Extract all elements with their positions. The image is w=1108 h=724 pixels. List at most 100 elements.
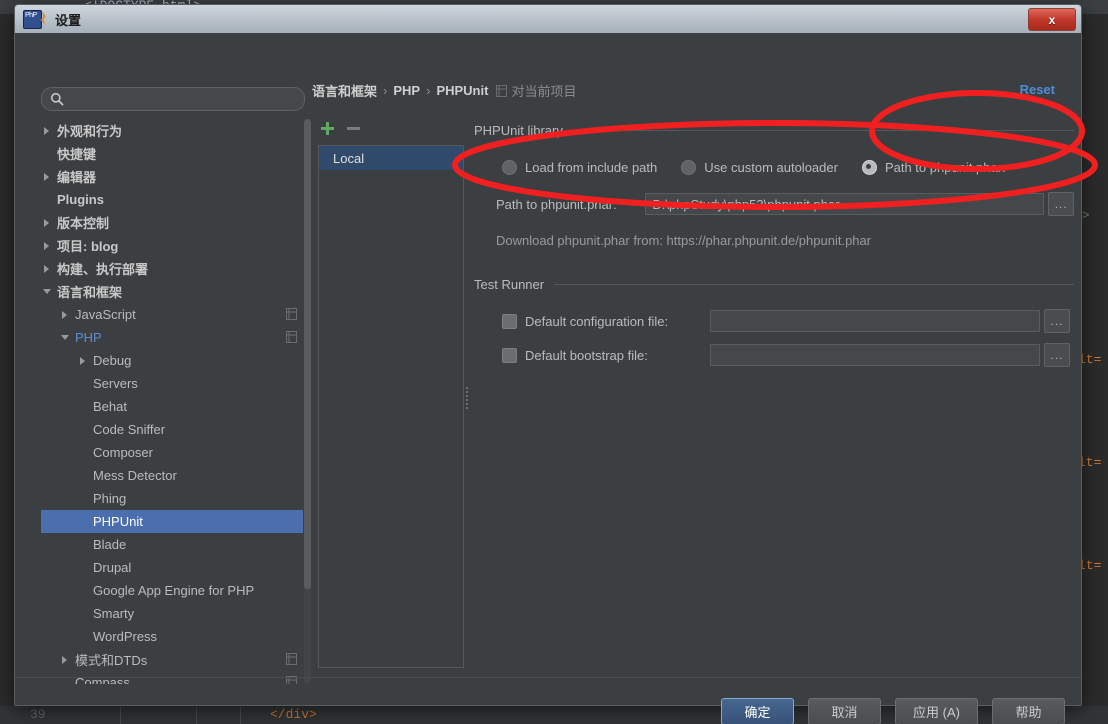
sidebar-item-phpunit[interactable]: PHPUnit: [41, 510, 303, 533]
search-box[interactable]: [41, 87, 305, 111]
project-scope-icon: [496, 84, 508, 97]
sidebar-item-[interactable]: 快捷键: [41, 142, 303, 165]
radio-load-from-include-path[interactable]: [502, 159, 517, 175]
chevron-right-icon[interactable]: [41, 124, 54, 137]
radio-path-to-phpunit-phar[interactable]: [861, 159, 877, 175]
sidebar-item-javascript[interactable]: JavaScript: [41, 303, 303, 326]
sidebar-item-wordpress[interactable]: WordPress: [41, 625, 303, 648]
chevron-down-icon[interactable]: [41, 285, 54, 298]
default-configuration-file-browse-button[interactable]: ...: [1044, 309, 1070, 333]
sidebar-item-behat[interactable]: Behat: [41, 395, 303, 418]
sidebar-item-plugins[interactable]: Plugins: [41, 188, 303, 211]
sidebar-item-[interactable]: 编辑器: [41, 165, 303, 188]
default-bootstrap-file-row: Default bootstrap file: ...: [474, 343, 1074, 367]
test-runner-title: Test Runner: [474, 276, 545, 292]
chevron-down-icon[interactable]: [59, 331, 72, 344]
checkbox-default-bootstrap-file[interactable]: [502, 347, 517, 363]
sidebar-item-label: Drupal: [93, 560, 132, 575]
breadcrumb: 语言和框架 › PHP › PHPUnit 对当前项目: [312, 81, 576, 100]
sidebar-item-dtds[interactable]: 模式和DTDs: [41, 648, 303, 671]
dialog-body: 外观和行为 快捷键 编辑器 Plugins 版本控制 项目: blog 构建、执行部署 语言和…: [15, 33, 1081, 724]
sidebar-item-label: 外观和行为: [57, 124, 123, 139]
sidebar-item-[interactable]: 版本控制: [41, 211, 303, 234]
sidebar-item-label: Smarty: [93, 606, 135, 621]
sidebar-item-[interactable]: 外观和行为: [41, 119, 303, 142]
sidebar-item-php[interactable]: PHP: [41, 326, 303, 349]
search-icon: [50, 92, 64, 106]
chevron-right-icon[interactable]: [77, 354, 90, 367]
panel-splitter-handle[interactable]: [465, 385, 470, 413]
sidebar-item-drupal[interactable]: Drupal: [41, 556, 303, 579]
sidebar-item-mess-detector[interactable]: Mess Detector: [41, 464, 303, 487]
dialog-titlebar[interactable]: 设置 x: [15, 5, 1081, 34]
settings-sidebar: 外观和行为快捷键 编辑器 Plugins 版本控制项目: blog 构建、执行部署 语言和…: [21, 43, 311, 684]
list-item[interactable]: Local: [319, 146, 463, 170]
chevron-right-icon[interactable]: [41, 262, 54, 275]
help-button[interactable]: 帮助: [992, 698, 1065, 724]
settings-tree: 外观和行为快捷键 编辑器 Plugins 版本控制项目: blog 构建、执行部署 语言和…: [41, 119, 303, 684]
sidebar-scrollbar-thumb[interactable]: [304, 119, 311, 589]
chevron-right-icon[interactable]: [59, 308, 72, 321]
chevron-right-icon[interactable]: [41, 170, 54, 183]
test-runner-group-header: Test Runner: [474, 275, 1074, 293]
phpstorm-icon: [23, 9, 42, 29]
default-configuration-file-input[interactable]: [710, 310, 1040, 332]
breadcrumb-item-php[interactable]: PHP: [393, 83, 420, 98]
radio-use-custom-autoloader[interactable]: [681, 159, 697, 175]
chevron-right-icon[interactable]: [41, 239, 54, 252]
sidebar-item-[interactable]: 语言和框架: [41, 280, 303, 303]
breadcrumb-item-languages[interactable]: 语言和框架: [312, 81, 377, 100]
radio-use-custom-autoloader-label: Use custom autoloader: [704, 159, 838, 175]
sidebar-item-code-sniffer[interactable]: Code Sniffer: [41, 418, 303, 441]
path-browse-button[interactable]: ...: [1048, 192, 1074, 216]
default-bootstrap-file-input[interactable]: [710, 344, 1040, 366]
sidebar-item-label: 项目: blog: [57, 239, 119, 254]
sidebar-item-debug[interactable]: Debug: [41, 349, 303, 372]
breadcrumb-item-phpunit[interactable]: PHPUnit: [436, 83, 488, 98]
sidebar-item-label: PHP: [75, 330, 102, 345]
apply-button[interactable]: 应用 (A): [895, 698, 978, 724]
project-scope-icon: [286, 331, 297, 343]
sidebar-item-label: Phing: [93, 491, 127, 506]
interpreter-list: Local: [318, 145, 464, 668]
checkbox-default-configuration-file[interactable]: [502, 313, 517, 329]
group-divider-line: [572, 129, 1074, 131]
phpunit-library-options-row: Load from include path Use custom autolo…: [474, 157, 1074, 177]
default-bootstrap-file-browse-button[interactable]: ...: [1044, 343, 1070, 367]
remove-icon[interactable]: [346, 121, 361, 136]
phpunit-library-title: PHPUnit library: [474, 122, 563, 138]
cancel-button[interactable]: 取消: [808, 698, 881, 724]
sidebar-item-phing[interactable]: Phing: [41, 487, 303, 510]
ok-button[interactable]: 确定: [721, 698, 794, 724]
sidebar-item-label: Plugins: [57, 192, 104, 207]
sidebar-item-label: Code Sniffer: [93, 422, 166, 437]
sidebar-item-google-app-engine-for-php[interactable]: Google App Engine for PHP: [41, 579, 303, 602]
project-scope-icon: [286, 653, 297, 665]
chevron-right-icon[interactable]: [41, 216, 54, 229]
sidebar-item-blog[interactable]: 项目: blog: [41, 234, 303, 257]
close-icon[interactable]: x: [1028, 8, 1076, 31]
search-input[interactable]: [70, 91, 289, 107]
sidebar-item-blade[interactable]: Blade: [41, 533, 303, 556]
add-icon[interactable]: [320, 121, 335, 136]
sidebar-item-composer[interactable]: Composer: [41, 441, 303, 464]
sidebar-item-label: Composer: [93, 445, 153, 460]
sidebar-item-servers[interactable]: Servers: [41, 372, 303, 395]
dialog-button-bar: 确定 取消 应用 (A) 帮助: [15, 677, 1081, 724]
reset-link[interactable]: Reset: [1020, 82, 1055, 97]
interpreter-toolbar: [320, 121, 361, 136]
path-to-phpunit-phar-input[interactable]: D:\phpStudy\php53\phpunit.phar: [645, 193, 1045, 215]
sidebar-item-[interactable]: 构建、执行部署: [41, 257, 303, 280]
chevron-right-icon[interactable]: [59, 653, 72, 666]
sidebar-item-smarty[interactable]: Smarty: [41, 602, 303, 625]
settings-dialog: 设置 x 外观和行为快捷键编辑器Plugins版本控制项目: b: [14, 4, 1082, 724]
sidebar-item-label: Behat: [93, 399, 127, 414]
sidebar-item-label: 模式和DTDs: [75, 653, 148, 668]
